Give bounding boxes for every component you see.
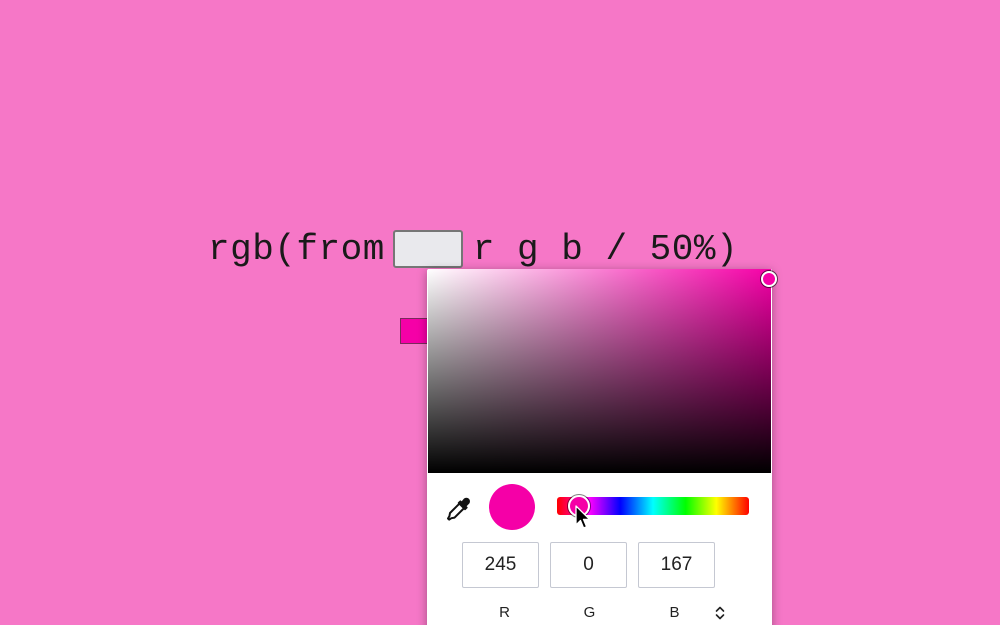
saturation-value-handle[interactable] xyxy=(761,271,777,287)
eyedropper-icon[interactable] xyxy=(445,496,471,522)
color-swatch-button[interactable] xyxy=(392,230,463,344)
color-preview-circle xyxy=(489,484,535,530)
saturation-value-area[interactable] xyxy=(428,269,777,473)
red-channel-label: R xyxy=(499,604,510,621)
green-channel-input[interactable]: 0 xyxy=(550,542,627,588)
expression-suffix: r g b / 50%) xyxy=(472,228,739,270)
css-expression: rgb(from r g b / 50%) xyxy=(208,225,739,344)
blue-channel-label: B xyxy=(669,604,680,621)
expression-prefix: rgb(from xyxy=(208,228,385,270)
green-channel-label: G xyxy=(583,604,596,621)
red-channel-input[interactable]: 245 xyxy=(462,542,539,588)
page-background: { "colors": { "page_background": "#f677c… xyxy=(0,0,1000,625)
blue-channel-input[interactable]: 167 xyxy=(638,542,715,588)
mouse-pointer-icon xyxy=(575,505,591,529)
up-down-chevron-icon[interactable] xyxy=(713,605,727,621)
color-picker-popup: 245 0 167 R G B xyxy=(427,269,777,625)
